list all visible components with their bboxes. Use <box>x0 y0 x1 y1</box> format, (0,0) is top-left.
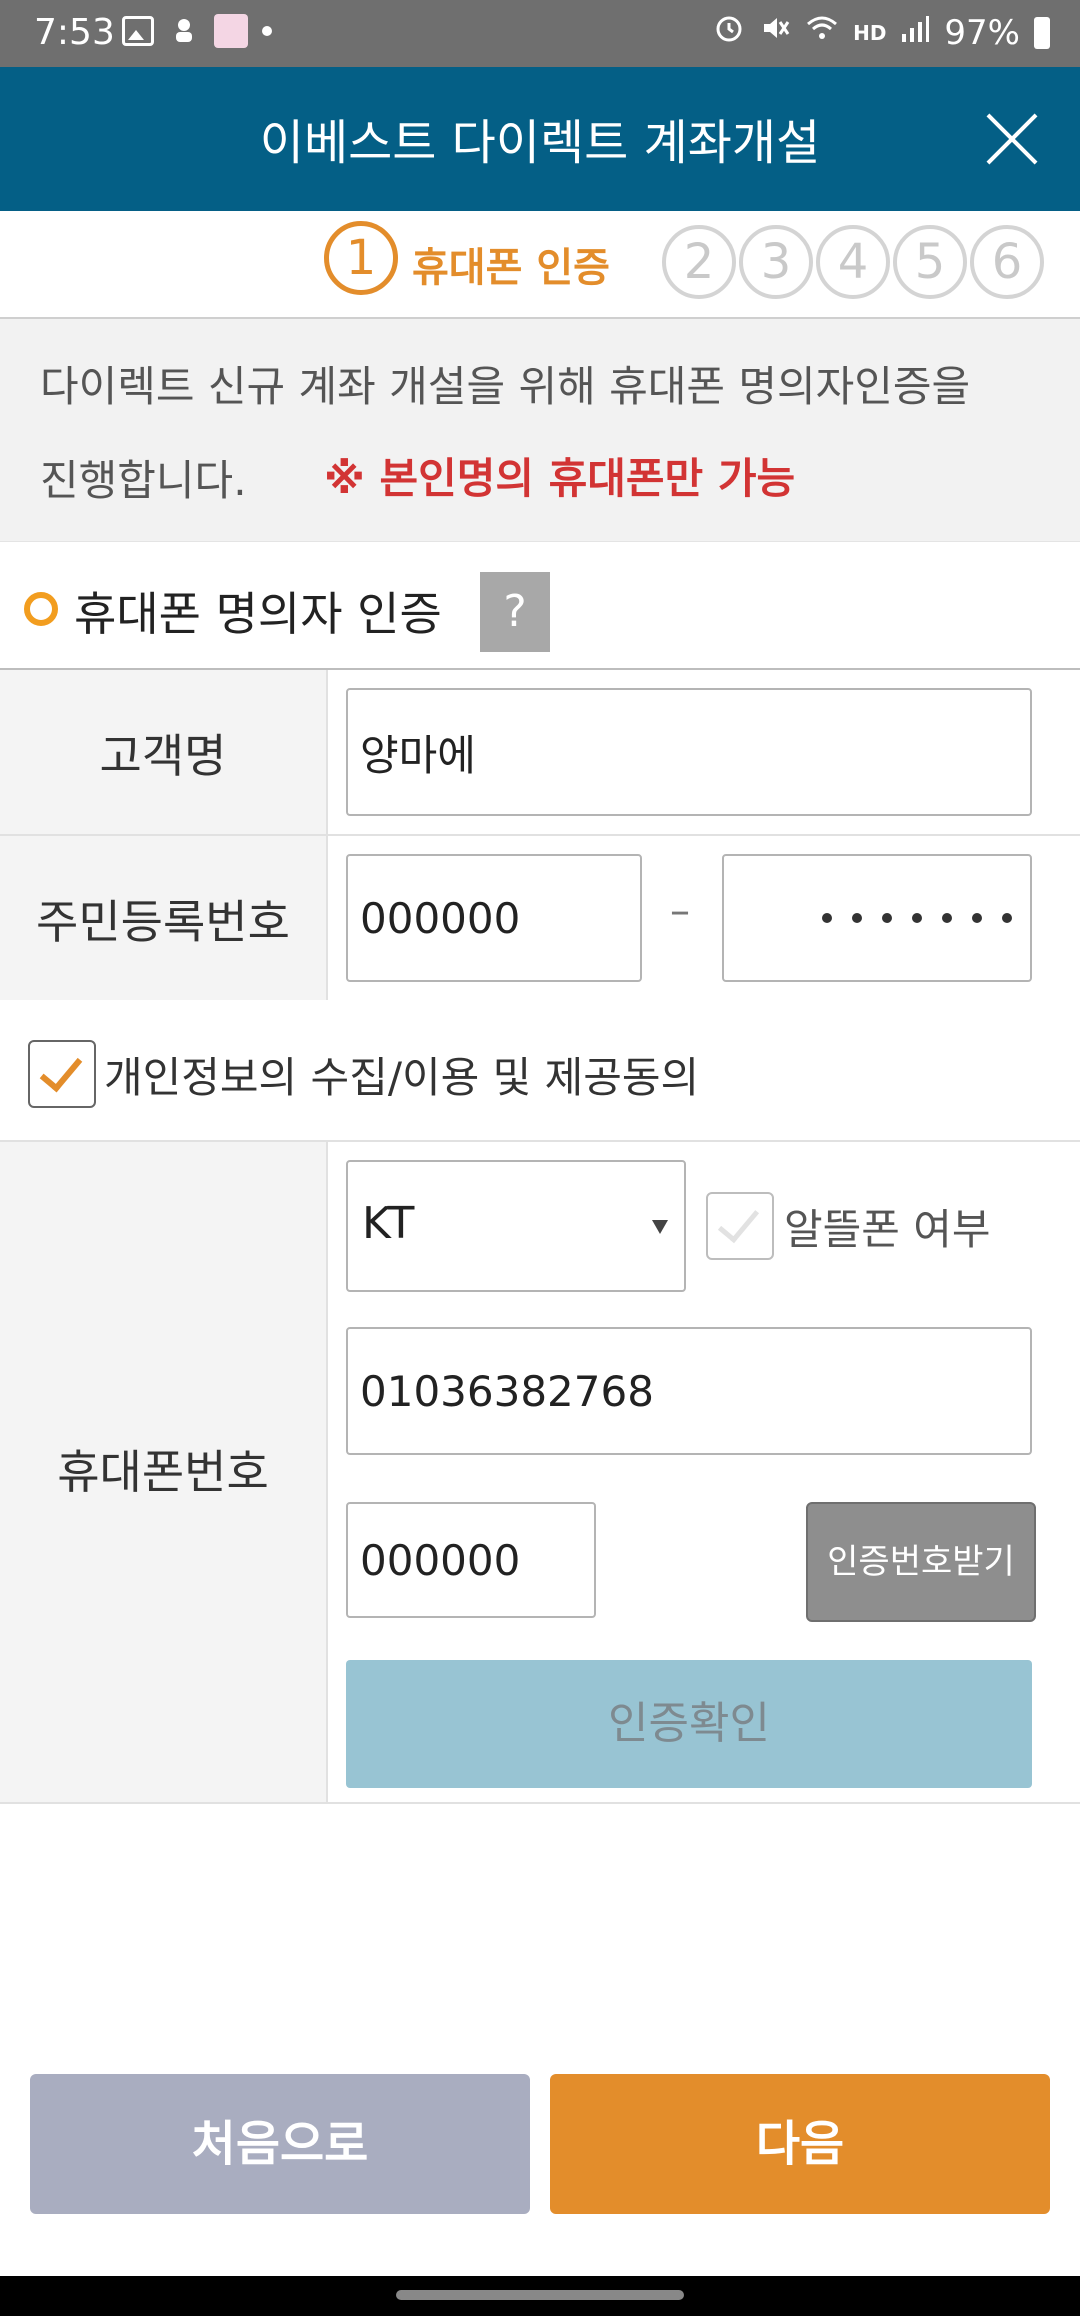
name-input[interactable]: 양마에 <box>346 688 1032 816</box>
app-notification-icon <box>168 15 200 47</box>
rrn-back-input[interactable] <box>722 854 1032 982</box>
carrier-select-value: KT <box>362 1198 415 1249</box>
mvno-checkbox[interactable] <box>706 1192 774 1260</box>
phone-label: 휴대폰번호 <box>57 1445 269 1499</box>
name-row: 고객명 양마에 <box>0 670 1080 836</box>
name-label: 고객명 <box>99 729 227 783</box>
consent-label[interactable]: 개인정보의 수집/이용 및 제공동의 <box>104 1044 699 1105</box>
rrn-label-cell: 주민등록번호 <box>0 836 328 1000</box>
confirm-code-button[interactable]: 인증확인 <box>346 1660 1032 1788</box>
rrn-label: 주민등록번호 <box>36 895 290 949</box>
more-notifications-dot <box>262 26 272 36</box>
wifi-icon <box>805 12 839 53</box>
status-icons-left <box>122 14 272 48</box>
battery-icon <box>1034 16 1050 49</box>
step-5-circle: 5 <box>893 225 967 299</box>
step-2-circle: 2 <box>662 225 736 299</box>
mute-icon <box>759 12 791 53</box>
step-6-circle: 6 <box>970 225 1044 299</box>
consent-checkbox[interactable] <box>28 1040 96 1108</box>
info-text-line1: 다이렉트 신규 계좌 개설을 위해 휴대폰 명의자인증을 <box>40 362 971 411</box>
info-text-line2: 진행합니다. <box>40 456 247 505</box>
rrn-back-masked <box>822 856 1012 980</box>
status-time: 7:53 <box>34 12 115 53</box>
step-3-circle: 3 <box>739 225 813 299</box>
step-indicator: 1 휴대폰 인증 2 3 4 5 6 <box>0 211 1080 319</box>
mvno-label[interactable]: 알뜰폰 여부 <box>784 1196 991 1257</box>
step-1-circle: 1 <box>324 221 398 295</box>
phone-number-input[interactable]: 01036382768 <box>346 1327 1032 1455</box>
help-button[interactable]: ? <box>480 572 550 652</box>
verification-code-value: 000000 <box>360 1535 521 1585</box>
check-icon <box>39 1047 83 1093</box>
dropdown-arrow-icon <box>652 1220 668 1234</box>
next-button[interactable]: 다음 <box>550 2074 1050 2214</box>
info-warning: ※ 본인명의 휴대폰만 가능 <box>324 454 796 503</box>
name-label-cell: 고객명 <box>0 670 328 834</box>
section-header: 휴대폰 명의자 인증 ? <box>0 542 1080 670</box>
carrier-select[interactable]: KT <box>346 1160 686 1292</box>
app-header: 이베스트 다이렉트 계좌개설 <box>0 67 1080 211</box>
section-bullet-icon <box>24 592 58 626</box>
rrn-dash: – <box>670 888 690 934</box>
gallery-icon <box>122 16 154 46</box>
status-icons-right: HD 97% <box>713 12 1050 53</box>
phone-number-value: 01036382768 <box>360 1366 654 1416</box>
rrn-row: 주민등록번호 000000 – <box>0 836 1080 1002</box>
name-input-value: 양마에 <box>360 730 476 780</box>
app-icon <box>214 14 248 48</box>
check-icon <box>717 1199 760 1244</box>
signal-icon <box>900 12 930 53</box>
step-4-circle: 4 <box>816 225 890 299</box>
rrn-front-input[interactable]: 000000 <box>346 854 642 982</box>
status-bar: 7:53 HD 97% <box>0 0 1080 67</box>
system-nav-bar <box>0 2276 1080 2316</box>
step-1-label: 휴대폰 인증 <box>412 245 610 291</box>
hd-voice-label: HD <box>853 20 887 45</box>
battery-percent: 97% <box>944 12 1020 53</box>
page-title: 이베스트 다이렉트 계좌개설 <box>259 115 821 171</box>
rrn-front-value: 000000 <box>360 893 521 943</box>
phone-label-cell: 휴대폰번호 <box>0 1142 328 1802</box>
consent-row: 개인정보의 수집/이용 및 제공동의 <box>0 1000 1080 1142</box>
verification-code-input[interactable]: 000000 <box>346 1502 596 1618</box>
home-handle[interactable] <box>396 2290 684 2300</box>
alarm-icon <box>713 12 745 53</box>
close-icon[interactable] <box>984 111 1040 167</box>
info-banner: 다이렉트 신규 계좌 개설을 위해 휴대폰 명의자인증을 진행합니다. ※ 본인… <box>0 319 1080 543</box>
section-title: 휴대폰 명의자 인증 <box>74 587 442 641</box>
back-to-start-button[interactable]: 처음으로 <box>30 2074 530 2214</box>
get-code-button[interactable]: 인증번호받기 <box>806 1502 1036 1622</box>
